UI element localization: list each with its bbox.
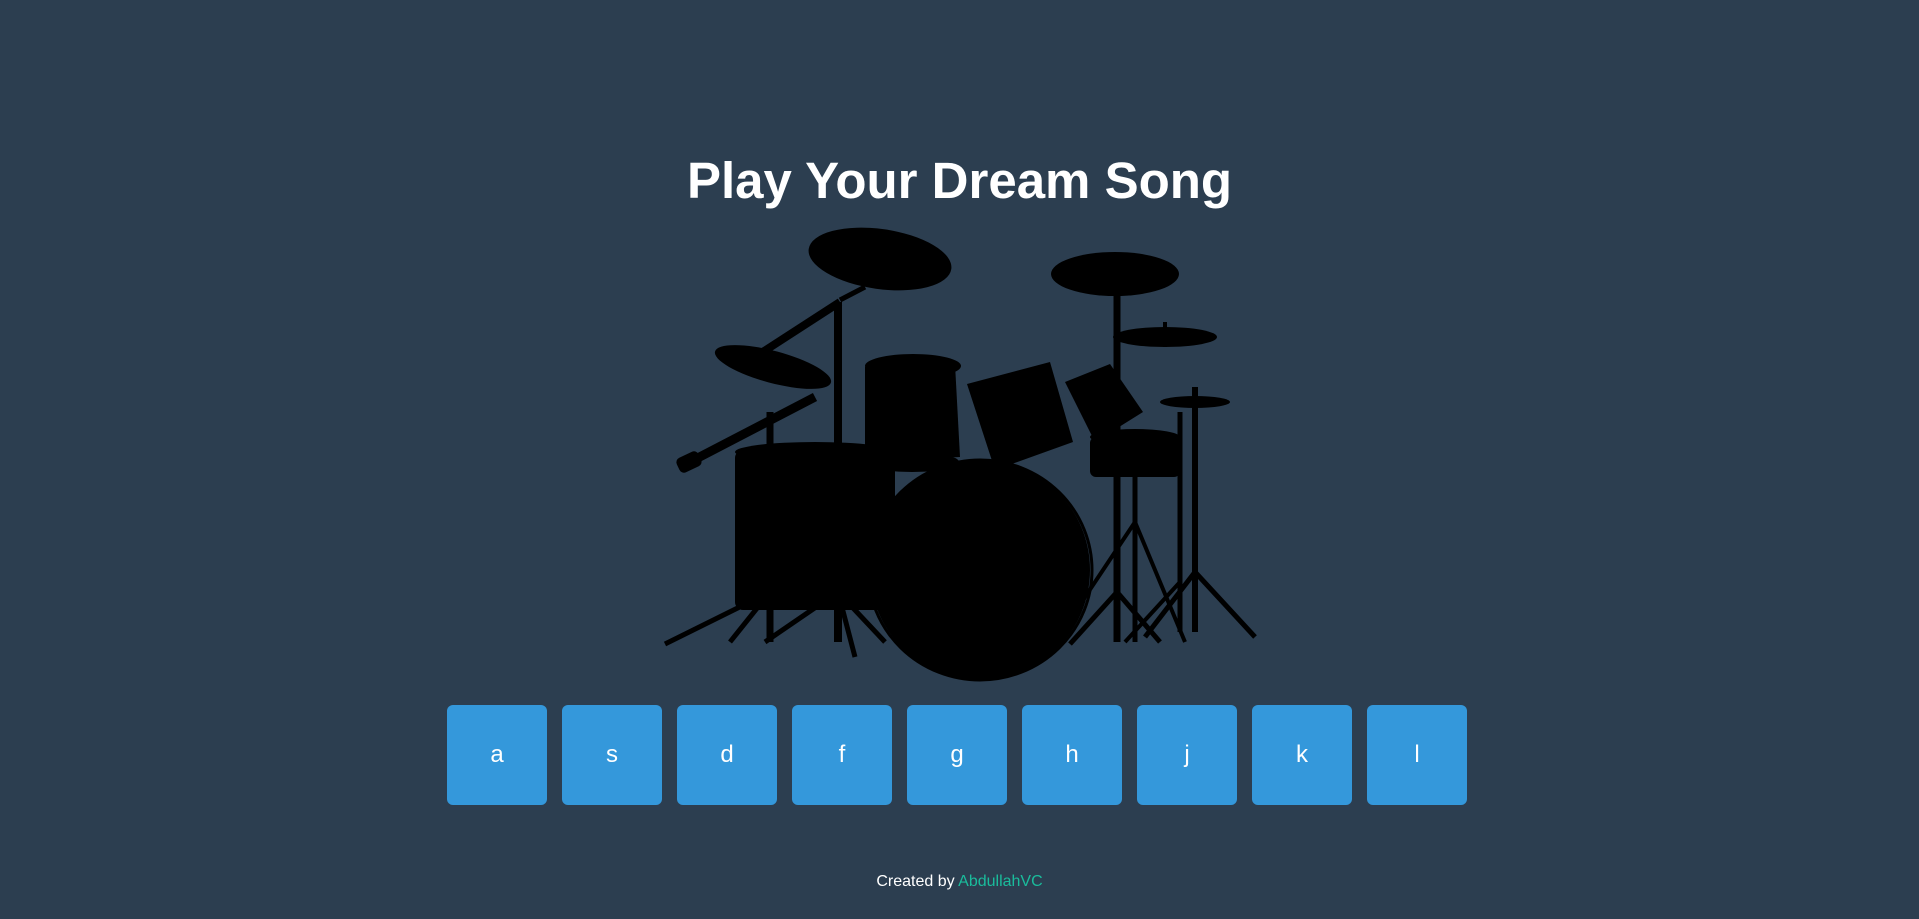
- drum-key-g[interactable]: g: [907, 705, 1007, 805]
- drum-key-d[interactable]: d: [677, 705, 777, 805]
- drum-key-k[interactable]: k: [1252, 705, 1352, 805]
- drum-kit-image: [663, 227, 1257, 682]
- footer: Created by AbdullahVC: [0, 873, 1919, 891]
- drum-key-l[interactable]: l: [1367, 705, 1467, 805]
- drum-key-h[interactable]: h: [1022, 705, 1122, 805]
- footer-prefix: Created by: [876, 873, 959, 890]
- page-title: Play Your Dream Song: [686, 152, 1233, 209]
- author-link[interactable]: AbdullahVC: [958, 873, 1043, 890]
- drum-key-s[interactable]: s: [562, 705, 662, 805]
- drum-key-j[interactable]: j: [1137, 705, 1237, 805]
- page: Play Your Dream Song a s d f g h j k l C…: [0, 0, 1919, 919]
- drum-keys: a s d f g h j k l: [447, 705, 1467, 805]
- drum-key-f[interactable]: f: [792, 705, 892, 805]
- drum-key-a[interactable]: a: [447, 705, 547, 805]
